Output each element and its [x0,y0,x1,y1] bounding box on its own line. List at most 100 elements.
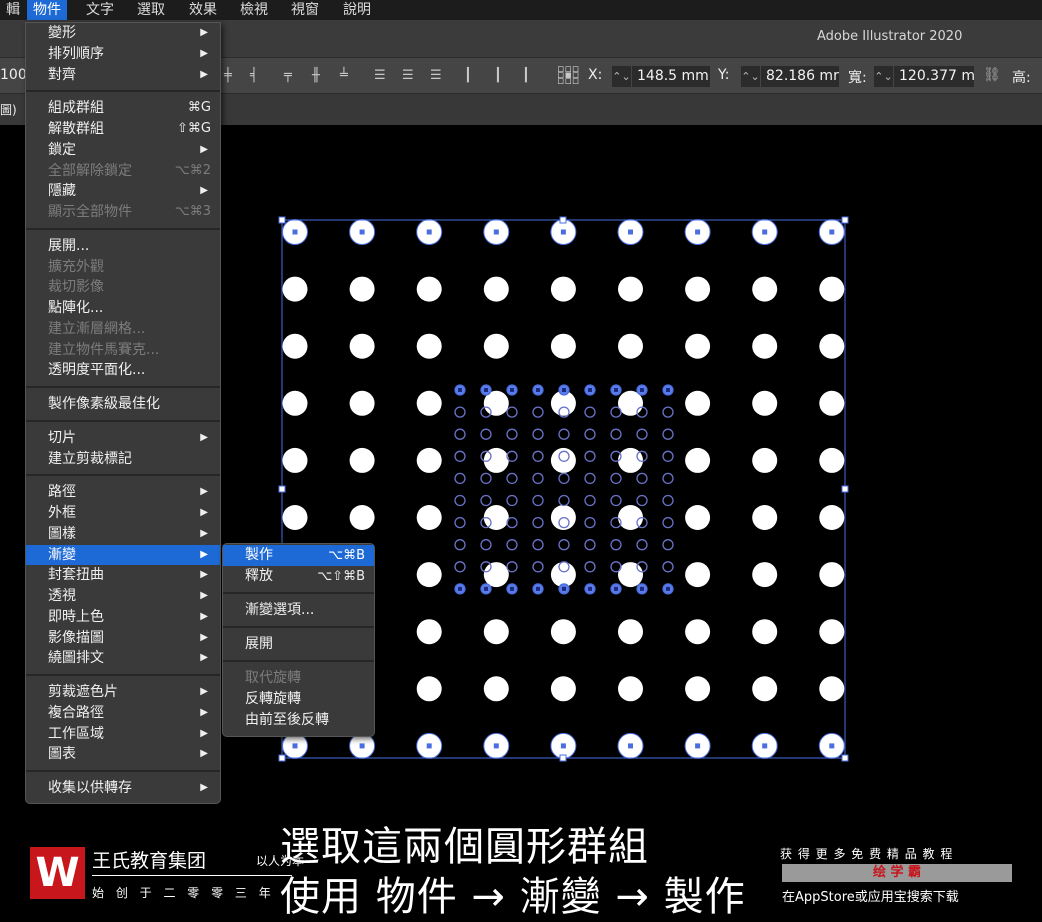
submenu-arrow-icon: ▶ [200,782,208,793]
small-circle [506,494,518,507]
menu-item-label: 裁切影像 [48,279,104,296]
y-field[interactable]: 82.186 mr [761,66,839,87]
menu-item[interactable]: 製作 ⌥⌘B [223,545,374,566]
zoom-value[interactable]: 100 [0,67,27,83]
menu-item[interactable]: 外框 ▶ [26,503,220,524]
distribute-right-icon[interactable]: ┃ [522,68,536,84]
menu-item[interactable]: 解散群組 ⇧⌘G [26,119,220,140]
menu-item[interactable]: 圖表 ▶ [26,744,220,765]
small-circle [506,472,518,485]
small-circle [662,406,674,418]
menu-item[interactable]: 切片 ▶ [26,428,220,449]
menu-item-shortcut: ⌘G [187,100,211,116]
menu-separator [223,655,374,668]
large-circle [416,276,442,302]
distribute-bottom-icon[interactable]: ☰ [430,68,444,84]
menu-item[interactable]: 隱藏 ▶ [26,181,220,202]
menu-5[interactable]: 檢視 [234,0,274,20]
distribute-top-icon[interactable]: ☰ [374,68,388,84]
menu-item-shortcut: ⇧⌘G [177,121,211,136]
small-circle [584,561,596,573]
menu-3[interactable]: 選取 [131,0,171,20]
menu-item[interactable]: 路徑 ▶ [26,482,220,503]
menu-item-label: 鎖定 [48,141,76,158]
menu-item[interactable]: 釋放 ⌥⇧⌘B [223,566,374,587]
small-circle [506,539,518,551]
submenu-arrow-icon: ▶ [200,47,208,59]
menu-item[interactable]: 影像描圖 ▶ [26,628,220,649]
menu-7[interactable]: 說明 [337,0,377,20]
anchor-point [614,388,618,392]
menu-item[interactable]: 複合路徑 ▶ [26,703,220,724]
menu-item[interactable]: 建立剪裁標記 [26,449,220,470]
menu-item[interactable]: 封套扭曲 ▶ [26,565,220,586]
app-name-badge: 绘 学 霸 [782,864,1012,882]
width-field[interactable]: 120.377 m [894,66,974,87]
menu-2[interactable]: 文字 [80,0,120,20]
menu-item[interactable]: 對齊 ▶ [26,65,220,86]
menu-item-label: 製作像素級最佳化 [48,396,160,412]
anchor-point [458,388,462,392]
small-circle [610,472,622,485]
menu-separator [26,85,220,98]
distribute-center-icon[interactable]: ☰ [402,68,416,84]
menu-separator [26,469,220,482]
submenu-arrow-icon: ▶ [200,486,208,498]
menu-item[interactable]: 即時上色 ▶ [26,607,220,628]
menu-item[interactable]: 排列順序 ▶ [26,44,220,65]
menu-bar: 輯物件 文字 選取 效果 檢視 視窗 說明 [0,0,1042,20]
menu-item[interactable]: 透視 ▶ [26,586,220,607]
menu-item[interactable]: 由前至後反轉 [223,710,374,731]
x-stepper[interactable]: ⌃⌄ [612,66,631,87]
menu-item: 取代旋轉 [223,668,374,689]
small-circle [454,472,466,485]
menu-item[interactable]: 圖樣 ▶ [26,524,220,545]
link-proportions-icon[interactable]: ⛓ [983,67,1001,83]
menu-item[interactable]: 透明度平面化... [26,360,220,381]
menu-item[interactable]: 組成群組 ⌘G [26,98,220,119]
menu-item[interactable]: 鎖定 ▶ [26,140,220,161]
align-icon[interactable]: ╪ [224,68,238,84]
menu-item[interactable]: 反轉旋轉 [223,689,374,710]
menu-item[interactable]: 繞圖排文 ▶ [26,648,220,669]
menu-item[interactable]: 變形 ▶ [26,23,220,44]
menu-1[interactable]: 物件 [27,0,67,20]
small-circle [636,539,648,551]
document-tab[interactable]: 圖) [0,101,17,118]
menu-item-label: 建立漸層網格... [48,320,146,337]
menu-item[interactable]: 收集以供轉存 ▶ [26,778,220,799]
large-circle [685,619,711,645]
menu-item[interactable]: 製作像素級最佳化 [26,394,220,415]
reference-point-icon[interactable]: ▫▫▫ ▫▪▫ ▫▫▫ [557,63,579,86]
anchor-point [292,743,298,749]
distribute-left-icon[interactable]: ┃ [464,68,478,84]
small-circle [584,539,596,551]
align-vcenter-icon[interactable]: ╫ [312,68,326,84]
menu-item: 全部解除鎖定 ⌥⌘2 [26,161,220,182]
menu-item[interactable]: 工作區域 ▶ [26,724,220,745]
menu-item-label: 建立物件馬賽克... [48,341,160,358]
submenu-arrow-icon: ▶ [200,507,208,518]
menu-item[interactable]: 剪裁遮色片 ▶ [26,682,220,703]
distribute-hcenter-icon[interactable]: ┃ [494,68,508,84]
menu-0[interactable]: 輯 [0,0,26,20]
align-right-icon[interactable]: ╡ [250,68,264,84]
menu-6[interactable]: 視窗 [285,0,325,20]
large-circle [618,562,643,588]
menu-item[interactable]: 漸變 ▶ [26,544,220,566]
y-label: Y: [718,67,730,83]
menu-item[interactable]: 漸變選項... [223,600,374,621]
align-top-icon[interactable]: ╤ [284,68,298,84]
large-circle [282,505,308,530]
menu-item-label: 圖樣 [48,525,76,542]
y-stepper[interactable]: ⌃⌄ [741,66,760,87]
menu-4[interactable]: 效果 [183,0,223,20]
menu-item[interactable]: 展開... [26,236,220,257]
x-field[interactable]: 148.5 mm [632,66,710,87]
width-stepper[interactable]: ⌃⌄ [874,66,893,87]
menu-item[interactable]: 展開 [223,634,374,655]
menu-item[interactable]: 點陣化... [26,298,220,319]
menu-item-label: 顯示全部物件 [48,204,132,220]
anchor-point [588,388,592,392]
align-bottom-icon[interactable]: ╧ [340,68,354,84]
